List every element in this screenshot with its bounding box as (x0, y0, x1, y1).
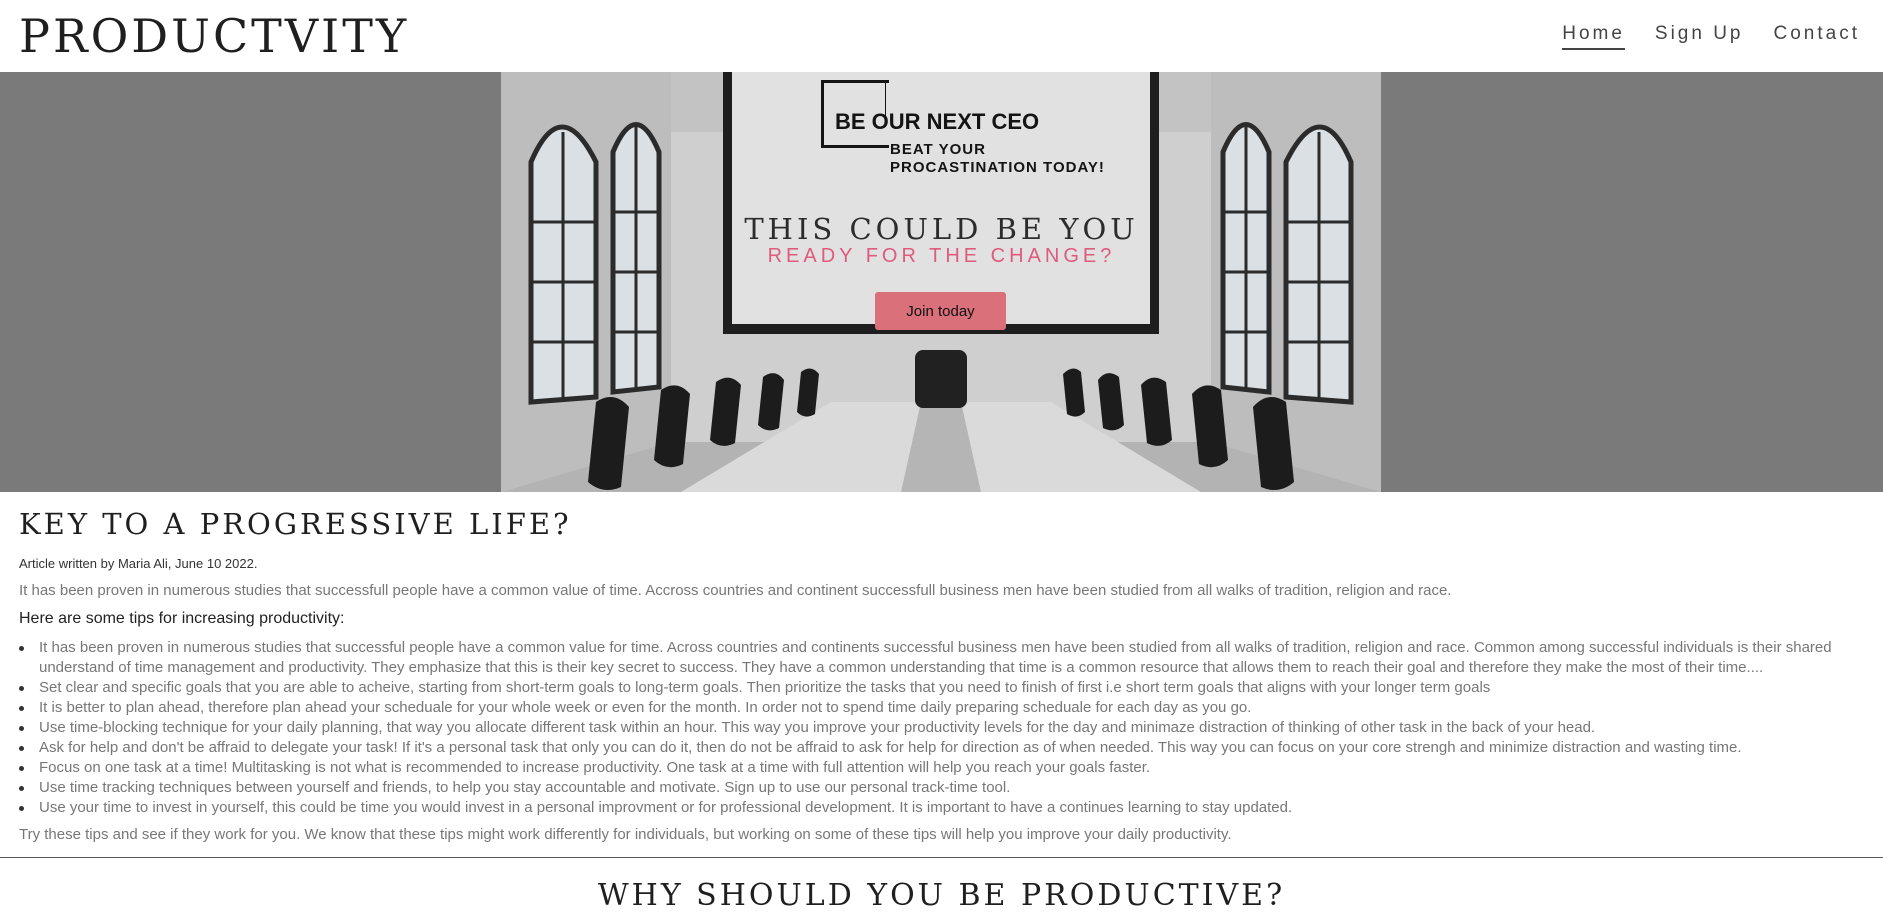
tips-heading: Here are some tips for increasing produc… (19, 609, 345, 627)
list-item: It is better to plan ahead, therefore pl… (19, 698, 1864, 718)
section-divider (0, 857, 1883, 858)
nav-signup-link[interactable]: Sign Up (1655, 23, 1744, 50)
list-item: Ask for help and don't be affraid to del… (19, 738, 1864, 758)
article: KEY TO A PROGRESSIVE LIFE? Article writt… (0, 492, 1883, 843)
list-item: Use time-blocking technique for your dai… (19, 718, 1864, 738)
nav-home-link[interactable]: Home (1562, 23, 1625, 50)
site-logo[interactable]: PRODUCTVITY (19, 13, 409, 59)
nav-contact-link[interactable]: Contact (1774, 23, 1860, 50)
list-item: It has been proven in numerous studies t… (19, 638, 1864, 678)
list-item: Focus on one task at a time! Multitaskin… (19, 758, 1864, 778)
article-closing: Try these tips and see if they work for … (19, 825, 1232, 843)
article-title: KEY TO A PROGRESSIVE LIFE? (19, 507, 572, 541)
hero-subtitle: READY FOR THE CHANGE? (767, 245, 1116, 267)
tips-list: It has been proven in numerous studies t… (19, 638, 1864, 818)
article-intro: It has been proven in numerous studies t… (19, 581, 1452, 599)
list-item: Use time tracking techniques between you… (19, 778, 1864, 798)
join-today-button[interactable]: Join today (875, 292, 1006, 330)
site-header: PRODUCTVITY Home Sign Up Contact (0, 0, 1883, 72)
list-item: Use your time to invest in yourself, thi… (19, 798, 1864, 818)
hero-banner: BE OUR NEXT CEO BEAT YOUR PROCASTINATION… (0, 72, 1883, 492)
article-byline: Article written by Maria Ali, June 10 20… (19, 555, 258, 571)
hero-title: THIS COULD BE YOU (744, 212, 1139, 246)
list-item: Set clear and specific goals that you ar… (19, 678, 1864, 698)
why-productive-heading: WHY SHOULD YOU BE PRODUCTIVE? (597, 878, 1286, 913)
hero-content: THIS COULD BE YOU READY FOR THE CHANGE? … (0, 72, 1883, 492)
main-nav: Home Sign Up Contact (1562, 23, 1864, 50)
